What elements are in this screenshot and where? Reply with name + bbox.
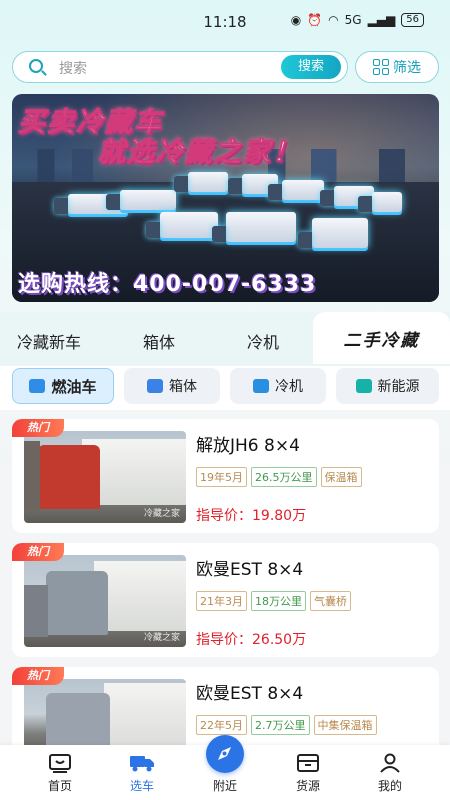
nav-label: 选车	[129, 779, 154, 793]
photo-background	[24, 441, 40, 511]
nav-nearby-button[interactable]	[206, 735, 244, 773]
category-tabs: 冷藏新车 箱体 冷机 二手冷藏	[0, 312, 450, 367]
tab-new-refrigerated[interactable]: 冷藏新车	[17, 329, 81, 353]
compass-icon	[218, 747, 231, 760]
nav-home[interactable]: 首页	[20, 745, 100, 800]
subtab-label: 箱体	[169, 379, 197, 395]
signal-label: 5G	[344, 13, 362, 27]
status-icons: ◉ ⏰ ◠ 5G ▂▄▆ 56	[291, 13, 424, 27]
home-icon	[49, 754, 71, 773]
search-button[interactable]: 搜索	[281, 55, 341, 79]
eye-icon: ◉	[290, 13, 302, 27]
nav-label: 附近	[212, 779, 237, 793]
subtab-fuel-vehicle[interactable]: 燃油车	[12, 368, 114, 404]
snowflake-icon	[253, 379, 269, 393]
search-icon	[29, 59, 43, 73]
photo-truck-cab	[46, 571, 108, 635]
photo-watermark: 冷藏之家	[143, 633, 180, 643]
nav-select-car[interactable]: 选车	[102, 745, 182, 800]
listing-price: 指导价：26.50万	[196, 629, 306, 649]
photo-background	[24, 585, 48, 637]
photo-truck-cab	[38, 445, 100, 509]
sub-tabs: 燃油车 箱体 冷机 新能源	[0, 366, 450, 410]
battery-icon: 56	[401, 13, 424, 27]
nav-label: 首页	[47, 779, 72, 793]
promo-banner[interactable]: 买卖冷藏车 就选冷藏之家！ 选购热线：400-007-6333	[12, 94, 439, 302]
tag-mileage: 18万公里	[251, 591, 306, 611]
price-value: 26.50万	[252, 632, 307, 648]
tag-mileage: 2.7万公里	[251, 715, 310, 735]
tag-mileage: 26.5万公里	[251, 467, 317, 487]
truck-photo: 冷藏之家	[24, 431, 186, 523]
nav-profile[interactable]: 我的	[350, 745, 430, 800]
subtab-cooling-unit[interactable]: 冷机	[230, 368, 326, 404]
signal-icon: ▂▄▆	[367, 13, 396, 27]
banner-hotline: 选购热线：400-007-6333	[18, 272, 317, 297]
alarm-icon: ⏰	[307, 13, 323, 27]
tab-refrigeration-unit[interactable]: 冷机	[247, 329, 279, 353]
filter-button[interactable]: 筛选	[355, 51, 439, 83]
hot-badge: 热门	[12, 667, 64, 685]
truck-icon	[130, 756, 154, 772]
listing-title: 解放JH6 8×4	[196, 436, 300, 456]
listing-tags: 21年3月 18万公里 气囊桥	[196, 591, 351, 611]
plug-icon	[355, 379, 372, 393]
tag-feature: 保温箱	[320, 467, 362, 487]
listing-tags: 19年5月 26.5万公里 保温箱	[196, 467, 362, 487]
banner-truck	[268, 180, 324, 200]
tag-feature: 中集保温箱	[313, 715, 377, 735]
price-label: 指导价：	[196, 508, 252, 524]
listing-tags: 22年5月 2.7万公里 中集保温箱	[196, 715, 377, 735]
nav-label: 货源	[295, 779, 320, 793]
banner-title-line2: 就选冷藏之家！	[98, 137, 301, 169]
filter-label: 筛选	[393, 60, 421, 76]
status-bar: 11:18 ◉ ⏰ ◠ 5G ▂▄▆ 56	[0, 0, 450, 44]
banner-truck	[174, 172, 228, 192]
subtab-label: 冷机	[275, 379, 303, 395]
truck-photo: 冷藏之家	[24, 555, 186, 647]
tag-date: 22年5月	[196, 715, 247, 735]
photo-watermark: 冷藏之家	[143, 509, 180, 519]
subtab-label: 燃油车	[51, 377, 97, 396]
subtab-box[interactable]: 箱体	[124, 368, 220, 404]
listing-card[interactable]: 冷藏之家 热门 解放JH6 8×4 19年5月 26.5万公里 保温箱 指导价：…	[12, 419, 439, 533]
nav-label: 我的	[377, 779, 402, 793]
banner-truck	[298, 218, 368, 248]
banner-truck	[358, 192, 402, 212]
tag-date: 21年3月	[196, 591, 247, 611]
listing-price: 指导价：19.80万	[196, 505, 306, 525]
price-value: 19.80万	[252, 508, 307, 524]
photo-cargo-box	[104, 683, 186, 753]
banner-truck	[106, 190, 176, 210]
fuel-truck-icon	[29, 379, 46, 393]
user-icon	[380, 753, 400, 773]
tab-box-body[interactable]: 箱体	[143, 329, 175, 353]
hot-badge: 热门	[12, 419, 64, 437]
subtab-label: 新能源	[377, 379, 420, 395]
subtab-new-energy[interactable]: 新能源	[336, 368, 439, 404]
hot-badge: 热门	[12, 543, 64, 561]
listing-title: 欧曼EST 8×4	[196, 560, 304, 580]
nav-cargo[interactable]: 货源	[268, 745, 348, 800]
box-icon	[297, 754, 319, 772]
search-placeholder: 搜索	[59, 61, 87, 77]
tag-feature: 气囊桥	[310, 591, 351, 611]
banner-truck	[146, 212, 218, 238]
price-label: 指导价：	[196, 632, 252, 648]
banner-indicator-dot	[205, 284, 212, 291]
listing-card[interactable]: 冷藏之家 热门 欧曼EST 8×4 21年3月 18万公里 气囊桥 指导价：26…	[12, 543, 439, 657]
wifi-icon: ◠	[328, 13, 339, 27]
banner-truck	[212, 212, 296, 242]
box-icon	[147, 379, 163, 393]
tab-used-refrigerated[interactable]: 二手冷藏	[313, 312, 450, 364]
tag-date: 19年5月	[196, 467, 247, 487]
filter-icon	[373, 59, 389, 75]
listing-title: 欧曼EST 8×4	[196, 684, 304, 704]
search-input[interactable]: 搜索 搜索	[12, 51, 348, 83]
